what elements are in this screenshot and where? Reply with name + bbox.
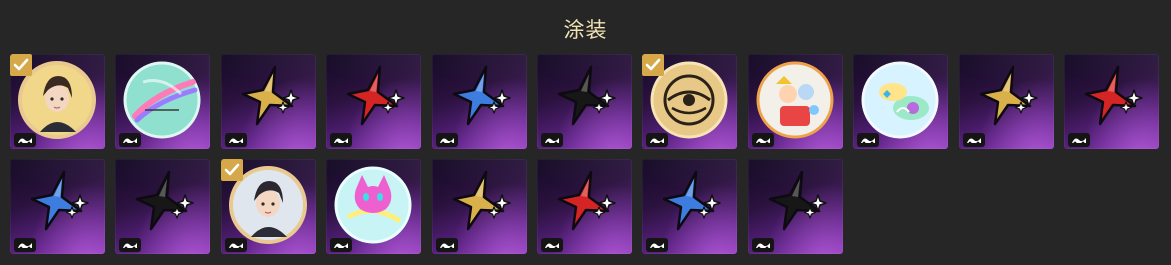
vehicle-type-icon [119,237,142,252]
skin-tile[interactable] [115,54,211,149]
skin-tile[interactable] [853,54,949,149]
checkmark-icon [220,159,243,181]
skin-tile[interactable] [1063,54,1159,149]
vehicle-type-icon [857,132,880,147]
skin-grid [10,54,1159,254]
vehicle-type-icon [751,132,774,147]
skin-tile[interactable] [536,159,632,254]
skin-tile[interactable] [431,159,527,254]
vehicle-type-icon [962,132,985,147]
skin-tile[interactable] [747,54,843,149]
vehicle-type-icon [540,132,563,147]
skin-tile[interactable] [220,159,316,254]
vehicle-type-icon [435,237,458,252]
page-title: 涂装 [563,18,608,42]
vehicle-type-icon [14,132,36,147]
vehicle-type-icon [330,132,353,147]
skin-tile[interactable] [10,159,105,254]
skin-tile[interactable] [326,159,422,254]
skin-tile[interactable] [642,54,738,149]
skin-tile[interactable] [642,159,738,254]
skin-tile[interactable] [220,54,316,149]
vehicle-type-icon [14,237,36,252]
vehicle-type-icon [224,132,247,147]
skin-tile[interactable] [958,54,1054,149]
vehicle-type-icon [540,237,563,252]
vehicle-type-icon [119,132,142,147]
vehicle-type-icon [224,237,247,252]
skin-tile[interactable] [536,54,632,149]
vehicle-type-icon [646,237,669,252]
vehicle-type-icon [751,237,774,252]
vehicle-type-icon [1067,132,1090,147]
vehicle-type-icon [646,132,669,147]
skin-tile[interactable] [326,54,422,149]
vehicle-type-icon [435,132,458,147]
skin-tile[interactable] [115,159,211,254]
checkmark-icon [642,54,665,76]
vehicle-type-icon [330,237,353,252]
checkmark-icon [10,54,32,76]
skin-tile[interactable] [431,54,527,149]
skin-tile[interactable] [10,54,105,149]
skin-tile[interactable] [747,159,843,254]
